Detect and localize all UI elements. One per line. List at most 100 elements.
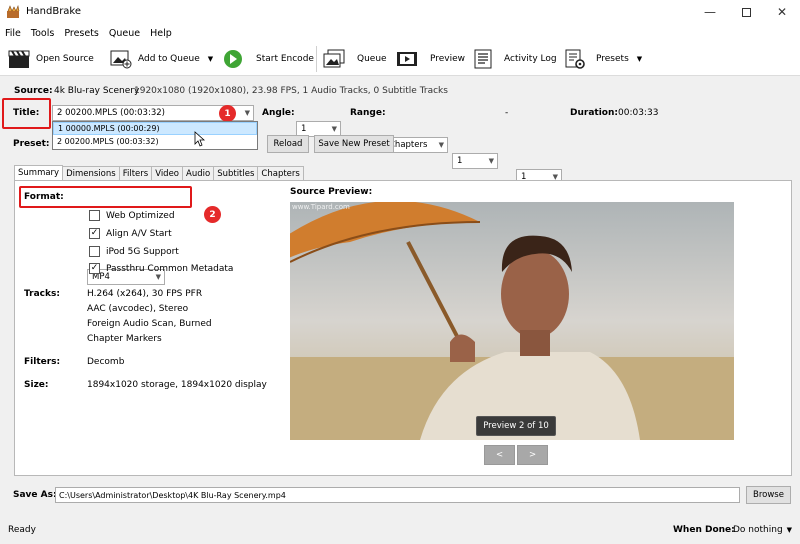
preview-image: www.Tipard.com Preview 2 of 10 xyxy=(290,202,734,440)
save-new-preset-button[interactable]: Save New Preset xyxy=(314,135,394,153)
menu-file[interactable]: File xyxy=(5,28,21,39)
tab-subtitles[interactable]: Subtitles xyxy=(213,166,259,180)
maximize-button[interactable] xyxy=(728,0,764,24)
tab-audio[interactable]: Audio xyxy=(182,166,215,180)
add-to-queue-label: Add to Queue xyxy=(138,54,200,64)
presets-gear-icon xyxy=(565,49,585,69)
tab-strip: Summary Dimensions Filters Video Audio S… xyxy=(14,165,304,180)
save-as-label: Save As: xyxy=(13,490,57,500)
window-title: HandBrake xyxy=(26,6,82,17)
queue-images-icon xyxy=(323,49,345,68)
preview-count-badge: Preview 2 of 10 xyxy=(476,416,556,436)
add-to-queue-button[interactable]: Add to Queue ▼ xyxy=(110,48,213,70)
film-clapper-icon xyxy=(8,50,30,68)
web-optimized-label: Web Optimized xyxy=(106,211,175,221)
menu-help[interactable]: Help xyxy=(150,28,172,39)
title-option-1[interactable]: 1 00000.MPLS (00:00:29) xyxy=(53,122,257,135)
when-done-select[interactable]: Do nothing ▼ xyxy=(733,525,792,535)
title-dropdown-list: 1 00000.MPLS (00:00:29) 2 00200.MPLS (00… xyxy=(52,121,258,150)
source-info: 1920x1080 (1920x1080), 23.98 FPS, 1 Audi… xyxy=(134,86,448,96)
passthru-metadata-checkbox[interactable]: ✓ xyxy=(89,263,100,274)
filters-value: Decomb xyxy=(87,357,125,367)
activity-log-label: Activity Log xyxy=(504,54,557,64)
duration-label: Duration: xyxy=(570,108,618,118)
toolbar-separator xyxy=(316,46,317,72)
annotation-1: 1 xyxy=(219,105,236,122)
format-label: Format: xyxy=(24,192,64,202)
tab-summary[interactable]: Summary xyxy=(14,165,64,180)
menu-bar: File Tools Presets Queue Help xyxy=(0,24,800,42)
queue-label: Queue xyxy=(357,54,387,64)
log-document-icon xyxy=(474,49,492,69)
chevron-down-icon: ▼ xyxy=(155,273,161,281)
browse-button[interactable]: Browse xyxy=(746,486,791,504)
title-option-2[interactable]: 2 00200.MPLS (00:03:32) xyxy=(53,135,257,148)
tab-chapters[interactable]: Chapters xyxy=(257,166,304,180)
toolbar: Open Source Add to Queue ▼ Start Encode … xyxy=(0,42,800,76)
when-done-value: Do nothing xyxy=(733,525,783,535)
close-button[interactable]: ✕ xyxy=(764,0,800,24)
source-preview-label: Source Preview: xyxy=(290,187,373,197)
film-preview-icon xyxy=(397,52,417,66)
status-text: Ready xyxy=(8,525,36,535)
chevron-down-icon: ▼ xyxy=(207,55,214,63)
track-item: Foreign Audio Scan, Burned xyxy=(87,319,212,329)
chevron-down-icon: ▼ xyxy=(786,526,793,534)
queue-button[interactable]: Queue xyxy=(323,48,387,70)
web-optimized-checkbox[interactable] xyxy=(89,210,100,221)
align-av-start-checkbox[interactable]: ✓ xyxy=(89,228,100,239)
when-done-label: When Done: xyxy=(673,525,735,535)
size-value: 1894x1020 storage, 1894x1020 display xyxy=(87,380,267,390)
chevron-down-icon: ▼ xyxy=(331,125,337,133)
open-source-label: Open Source xyxy=(36,54,94,64)
menu-presets[interactable]: Presets xyxy=(64,28,99,39)
start-encode-label: Start Encode xyxy=(256,54,314,64)
passthru-metadata-label: Passthru Common Metadata xyxy=(106,264,234,274)
presets-button[interactable]: Presets ▼ xyxy=(564,48,642,70)
check-icon: ✓ xyxy=(90,263,99,273)
preset-label: Preset: xyxy=(13,139,50,149)
menu-tools[interactable]: Tools xyxy=(31,28,54,39)
activity-log-button[interactable]: Activity Log xyxy=(472,48,557,70)
chevron-down-icon: ▼ xyxy=(636,55,643,63)
tab-video[interactable]: Video xyxy=(151,166,184,180)
mouse-cursor-icon xyxy=(194,131,206,147)
preview-next-button[interactable]: > xyxy=(517,445,548,465)
start-encode-button[interactable]: Start Encode xyxy=(222,48,314,70)
reload-button[interactable]: Reload xyxy=(267,135,309,153)
tab-filters[interactable]: Filters xyxy=(118,166,153,180)
close-icon: ✕ xyxy=(776,5,788,19)
open-source-button[interactable]: Open Source xyxy=(8,48,94,70)
size-label: Size: xyxy=(24,380,49,390)
title-bar: HandBrake — ✕ xyxy=(0,0,800,24)
filters-label: Filters: xyxy=(24,357,61,367)
range-mode-value: Chapters xyxy=(389,140,428,150)
preview-button[interactable]: Preview xyxy=(396,48,465,70)
range-dash: - xyxy=(505,108,509,118)
minimize-button[interactable]: — xyxy=(692,0,728,24)
ipod-5g-support-label: iPod 5G Support xyxy=(106,247,179,257)
chevron-down-icon: ▼ xyxy=(244,109,250,117)
minimize-icon: — xyxy=(704,5,716,19)
range-from-select[interactable]: 1 ▼ xyxy=(452,153,498,169)
title-label: Title: xyxy=(13,108,40,118)
presets-label: Presets xyxy=(596,54,629,64)
source-name: 4k Blu-ray Scenery xyxy=(54,86,140,96)
title-select-value: 2 00200.MPLS (00:03:32) xyxy=(57,108,165,118)
align-av-start-label: Align A/V Start xyxy=(106,229,172,239)
handbrake-logo-icon xyxy=(7,5,20,18)
preview-prev-button[interactable]: < xyxy=(484,445,515,465)
play-icon xyxy=(224,50,242,68)
save-as-path-input[interactable] xyxy=(55,487,740,503)
range-from-value: 1 xyxy=(457,156,463,166)
check-icon: ✓ xyxy=(90,228,99,238)
track-item: AAC (avcodec), Stereo xyxy=(87,304,189,314)
chevron-down-icon: ▼ xyxy=(488,157,494,165)
ipod-5g-support-checkbox[interactable] xyxy=(89,246,100,257)
menu-queue[interactable]: Queue xyxy=(109,28,140,39)
range-label: Range: xyxy=(350,108,386,118)
tab-dimensions[interactable]: Dimensions xyxy=(62,166,120,180)
status-bar: Ready When Done: Do nothing ▼ xyxy=(0,519,800,544)
angle-value: 1 xyxy=(301,124,307,134)
watermark-text: www.Tipard.com xyxy=(292,203,350,211)
